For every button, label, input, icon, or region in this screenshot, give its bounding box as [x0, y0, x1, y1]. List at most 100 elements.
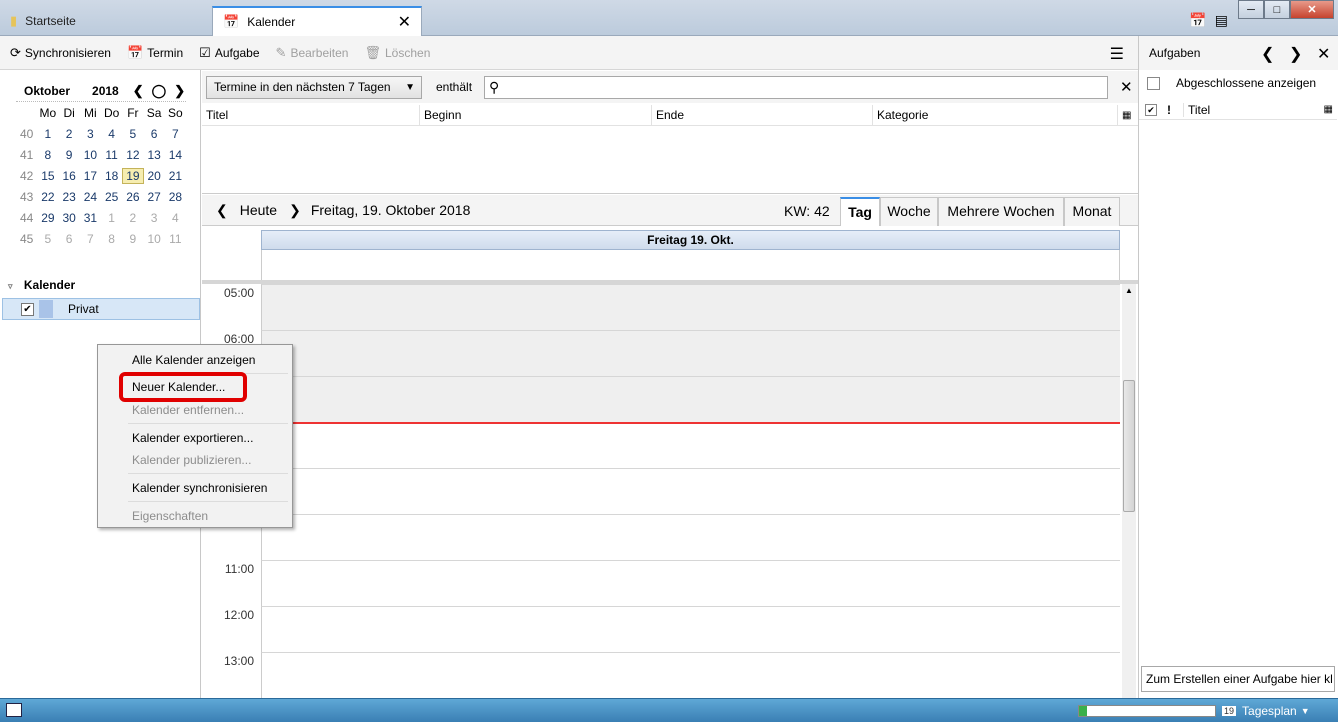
- day-cell[interactable]: 18: [101, 169, 122, 183]
- collapse-icon[interactable]: ▿: [8, 281, 13, 291]
- today-pane-toggle[interactable]: 19 Tagesplan ▼: [1222, 702, 1310, 720]
- today-circle-icon[interactable]: ◯: [152, 83, 167, 99]
- scroll-up-icon[interactable]: ▲: [1122, 286, 1136, 295]
- column-task-title[interactable]: Titel: [1183, 102, 1210, 117]
- day-cell[interactable]: 3: [80, 127, 101, 141]
- month-label[interactable]: Oktober: [24, 84, 70, 98]
- day-cell[interactable]: 11: [165, 232, 186, 246]
- next-month-icon[interactable]: ❯: [174, 83, 185, 99]
- day-cell[interactable]: 11: [101, 148, 122, 162]
- day-cell[interactable]: 14: [165, 148, 186, 162]
- prev-day-icon[interactable]: ❮: [216, 202, 228, 219]
- day-cell[interactable]: 21: [165, 169, 186, 183]
- column-priority[interactable]: !: [1167, 103, 1171, 117]
- day-cell[interactable]: 17: [80, 169, 101, 183]
- column-completed-checkbox[interactable]: ✔: [1145, 103, 1157, 116]
- sync-button[interactable]: ⟳ Synchronisieren: [10, 45, 111, 61]
- day-cell[interactable]: 10: [80, 148, 101, 162]
- scrollbar-thumb[interactable]: [1123, 380, 1135, 512]
- day-cell[interactable]: 9: [59, 148, 80, 162]
- day-cell[interactable]: 4: [165, 211, 186, 225]
- column-picker-icon[interactable]: ▦: [1118, 105, 1138, 126]
- calendar-checkbox[interactable]: ✔: [21, 302, 34, 316]
- menu-item-publish[interactable]: Kalender publizieren...: [132, 453, 251, 467]
- menu-item-show-all[interactable]: Alle Kalender anzeigen: [132, 353, 255, 367]
- hour-slot[interactable]: [261, 514, 1120, 560]
- day-cell[interactable]: 30: [59, 211, 80, 225]
- hour-slot[interactable]: [261, 606, 1120, 652]
- menu-item-remove-calendar[interactable]: Kalender entfernen...: [132, 403, 244, 417]
- calendar-item-privat[interactable]: ✔ Privat: [2, 298, 200, 320]
- menu-item-export[interactable]: Kalender exportieren...: [132, 431, 253, 445]
- day-cell[interactable]: 2: [59, 127, 80, 141]
- day-cell[interactable]: 5: [122, 127, 143, 141]
- day-cell[interactable]: 13: [144, 148, 165, 162]
- hour-slot[interactable]: [261, 652, 1120, 698]
- day-cell[interactable]: 29: [37, 211, 58, 225]
- hour-slot[interactable]: [261, 560, 1120, 606]
- maximize-button[interactable]: □: [1264, 0, 1290, 19]
- close-search-icon[interactable]: ✕: [1120, 78, 1133, 96]
- today-button[interactable]: Heute: [240, 202, 277, 218]
- status-icon[interactable]: [6, 703, 22, 717]
- day-cell[interactable]: 1: [101, 211, 122, 225]
- hour-slot[interactable]: [261, 284, 1120, 330]
- hour-slot[interactable]: [261, 376, 1120, 422]
- hour-slot[interactable]: [261, 330, 1120, 376]
- day-cell[interactable]: 8: [101, 232, 122, 246]
- column-title[interactable]: Titel: [202, 105, 420, 126]
- column-end[interactable]: Ende: [652, 105, 873, 126]
- delete-button[interactable]: 🗑 Löschen: [364, 45, 430, 61]
- show-completed-checkbox[interactable]: [1147, 76, 1160, 90]
- hour-slot[interactable]: [261, 422, 1120, 468]
- edit-button[interactable]: ✎ Bearbeiten: [276, 45, 349, 61]
- day-cell[interactable]: 1: [37, 127, 58, 141]
- day-cell[interactable]: 26: [122, 190, 143, 204]
- day-cell[interactable]: 5: [37, 232, 58, 246]
- day-cell[interactable]: 12: [122, 148, 143, 162]
- column-picker-icon[interactable]: ▦: [1324, 104, 1333, 115]
- year-label[interactable]: 2018: [92, 84, 119, 98]
- day-cell[interactable]: 3: [144, 211, 165, 225]
- close-window-button[interactable]: ✕: [1290, 0, 1334, 19]
- calendar-mode-icon[interactable]: 📅: [1189, 12, 1206, 29]
- day-cell[interactable]: 23: [59, 190, 80, 204]
- chevron-left-icon[interactable]: ❮: [1261, 44, 1274, 64]
- day-cell[interactable]: 7: [80, 232, 101, 246]
- day-cell[interactable]: 31: [80, 211, 101, 225]
- tasks-mode-icon[interactable]: ▤: [1215, 12, 1228, 29]
- column-category[interactable]: Kategorie: [873, 105, 1118, 126]
- day-cell[interactable]: 15: [37, 169, 58, 183]
- tab-multiweek[interactable]: Mehrere Wochen: [938, 197, 1064, 226]
- tab-week[interactable]: Woche: [880, 197, 938, 226]
- new-task-button[interactable]: ☑ Aufgabe: [199, 45, 259, 61]
- close-pane-icon[interactable]: ✕: [1317, 44, 1330, 64]
- day-cell[interactable]: 24: [80, 190, 101, 204]
- day-cell[interactable]: 19: [122, 167, 144, 184]
- day-cell[interactable]: 10: [144, 232, 165, 246]
- search-input[interactable]: ⚲: [484, 75, 1109, 99]
- hamburger-menu-icon[interactable]: ☰: [1110, 44, 1124, 64]
- event-filter-select[interactable]: Termine in den nächsten 7 Tagen ▼: [206, 75, 422, 99]
- day-cell[interactable]: 2: [122, 211, 143, 225]
- new-event-button[interactable]: 📅 Termin: [127, 45, 183, 61]
- day-cell[interactable]: 20: [144, 169, 165, 183]
- tab-month[interactable]: Monat: [1064, 197, 1120, 226]
- minimize-button[interactable]: ─: [1238, 0, 1264, 19]
- day-cell[interactable]: 22: [37, 190, 58, 204]
- day-cell[interactable]: 16: [59, 169, 80, 183]
- menu-item-synchronize[interactable]: Kalender synchronisieren: [132, 481, 267, 495]
- column-start[interactable]: Beginn: [420, 105, 652, 126]
- hour-slot[interactable]: [261, 468, 1120, 514]
- tab-startseite[interactable]: ▮ Startseite: [0, 6, 210, 36]
- next-day-icon[interactable]: ❯: [289, 202, 301, 219]
- day-cell[interactable]: 7: [165, 127, 186, 141]
- all-day-row[interactable]: [261, 250, 1120, 280]
- day-cell[interactable]: 4: [101, 127, 122, 141]
- tab-day[interactable]: Tag: [840, 197, 880, 226]
- chevron-right-icon[interactable]: ❯: [1289, 44, 1302, 64]
- new-task-field[interactable]: Zum Erstellen einer Aufgabe hier kl: [1141, 666, 1335, 692]
- menu-item-properties[interactable]: Eigenschaften: [132, 509, 208, 523]
- day-cell[interactable]: 25: [101, 190, 122, 204]
- vertical-scrollbar[interactable]: ▲: [1122, 284, 1136, 698]
